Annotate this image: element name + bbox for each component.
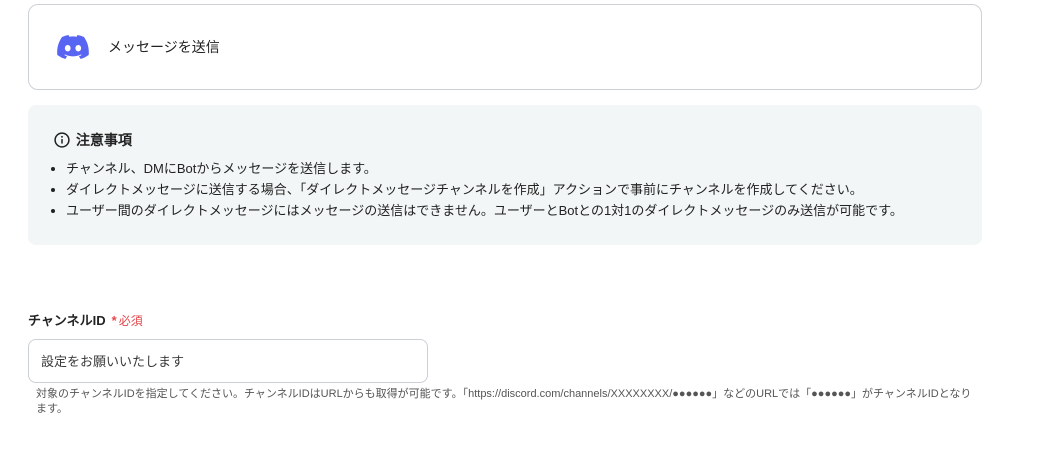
action-title: メッセージを送信: [108, 39, 220, 55]
notice-list: チャンネル、DMにBotからメッセージを送信します。 ダイレクトメッセージに送信…: [54, 158, 956, 221]
notice-header: 注意事項: [54, 130, 956, 150]
notice-item: ダイレクトメッセージに送信する場合、「ダイレクトメッセージチャンネルを作成」アク…: [66, 179, 956, 200]
notice-item: チャンネル、DMにBotからメッセージを送信します。: [66, 158, 956, 179]
notice-title: 注意事項: [76, 132, 132, 148]
notice-box: 注意事項 チャンネル、DMにBotからメッセージを送信します。 ダイレクトメッセ…: [28, 105, 982, 245]
field-help-text: 対象のチャンネルIDを指定してください。チャンネルIDはURLからも取得が可能で…: [36, 388, 972, 415]
action-card: メッセージを送信: [28, 4, 982, 90]
notice-item: ユーザー間のダイレクトメッセージにはメッセージの送信はできません。ユーザーとBo…: [66, 200, 956, 221]
channel-id-input[interactable]: [28, 339, 428, 383]
channel-id-label-row: チャンネルID * 必須: [28, 312, 143, 330]
info-icon: [54, 132, 70, 148]
required-badge: 必須: [118, 314, 143, 328]
field-label: チャンネルID: [28, 313, 106, 328]
discord-icon: [57, 35, 89, 59]
required-asterisk: *: [111, 313, 117, 328]
